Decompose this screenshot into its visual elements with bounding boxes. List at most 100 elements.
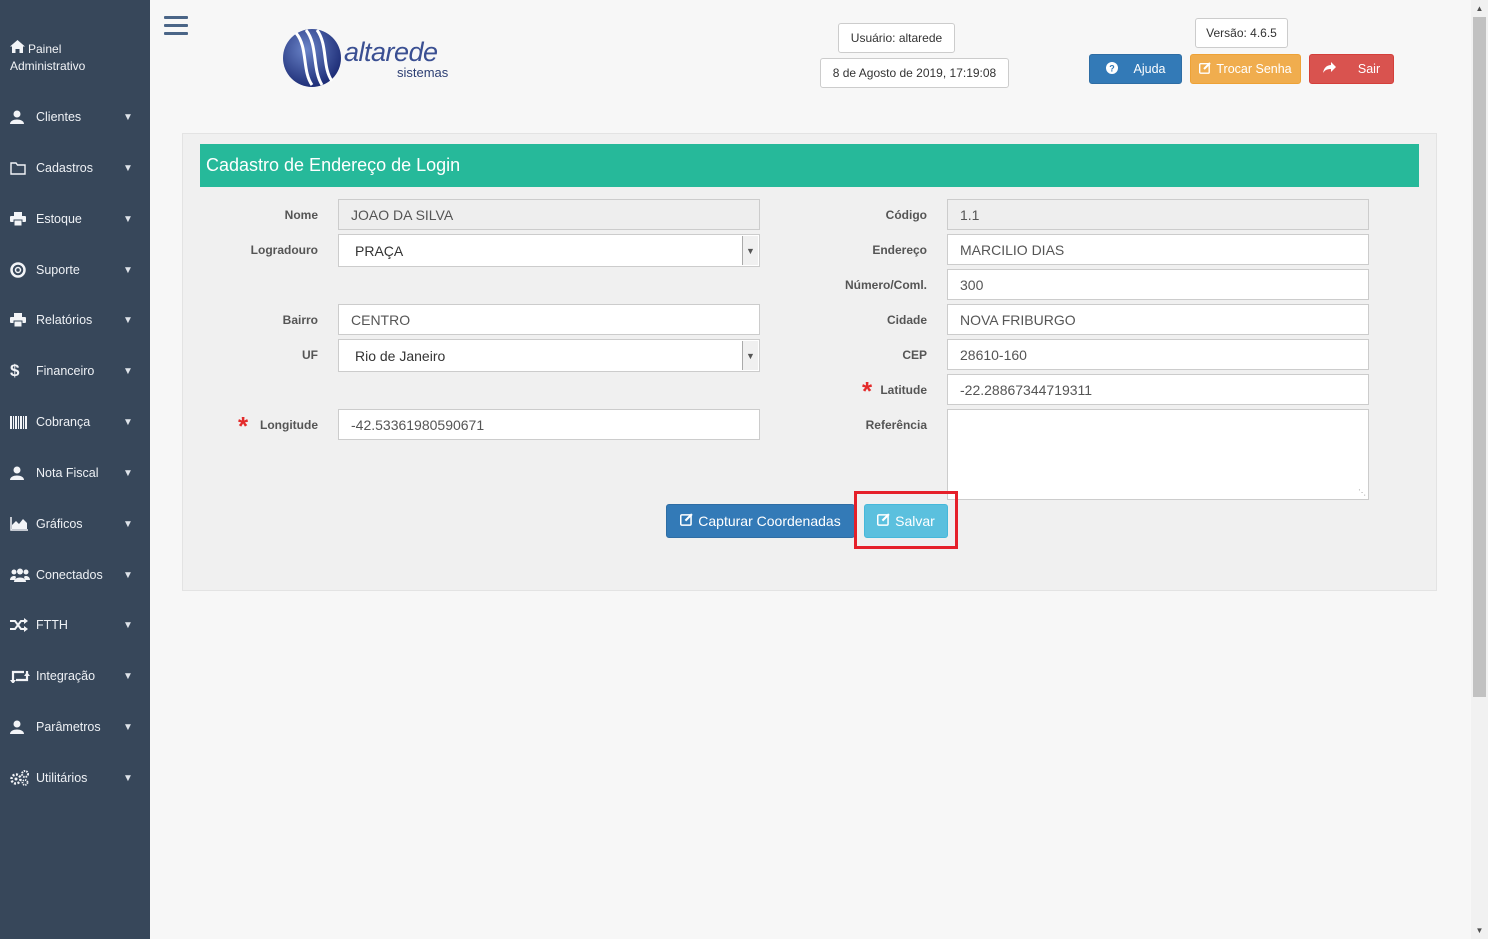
sidebar-item-label: Suporte — [36, 263, 80, 277]
change-password-button[interactable]: Trocar Senha — [1190, 54, 1301, 84]
barcode-icon — [10, 415, 36, 429]
cidade-input[interactable]: NOVA FRIBURGO — [947, 304, 1369, 335]
required-asterisk-icon: * — [862, 376, 873, 406]
bairro-input[interactable]: CENTRO — [338, 304, 760, 335]
endereco-input[interactable]: MARCILIO DIAS — [947, 234, 1369, 265]
logradouro-select[interactable]: PRAÇA ▼ — [338, 234, 760, 267]
scrollbar-thumb[interactable] — [1473, 17, 1486, 697]
change-password-label: Trocar Senha — [1216, 62, 1292, 76]
cogs-icon — [10, 770, 36, 786]
user-icon — [10, 466, 36, 480]
edit-icon — [1199, 61, 1212, 77]
sidebar-item-graficos[interactable]: Gráficos ▼ — [0, 509, 150, 539]
form-title: Cadastro de Endereço de Login — [200, 144, 1419, 187]
retweet-icon — [10, 669, 36, 683]
cep-input[interactable]: 28610-160 — [947, 339, 1369, 370]
current-user-label: Usuário: altarede — [838, 23, 955, 53]
area-chart-icon — [10, 517, 36, 531]
sidebar-item-label: Estoque — [36, 212, 82, 226]
sidebar-item-parametros[interactable]: Parâmetros ▼ — [0, 712, 150, 742]
scroll-up-icon[interactable]: ▲ — [1471, 0, 1488, 17]
save-button-label: Salvar — [895, 513, 935, 529]
longitude-input[interactable]: -42.53361980590671 — [338, 409, 760, 440]
sidebar-item-label: Nota Fiscal — [36, 466, 99, 480]
uf-selected: Rio de Janeiro — [355, 347, 446, 364]
company-logo: altarede sistemas — [282, 27, 472, 89]
sidebar-item-label: Utilitários — [36, 771, 88, 785]
dollar-icon: $ — [10, 361, 20, 380]
chevron-down-icon: ▼ — [123, 569, 133, 581]
chevron-down-icon: ▼ — [123, 111, 133, 123]
edit-icon — [680, 513, 693, 529]
logout-button[interactable]: Sair — [1309, 54, 1394, 84]
sidebar-item-conectados[interactable]: Conectados ▼ — [0, 560, 150, 590]
codigo-label: Código — [885, 208, 927, 222]
logout-label: Sair — [1357, 62, 1381, 76]
scroll-down-icon[interactable]: ▼ — [1471, 922, 1488, 939]
sidebar-item-suporte[interactable]: Suporte ▼ — [0, 255, 150, 285]
codigo-input[interactable]: 1.1 — [947, 199, 1369, 230]
menu-bar-icon — [164, 16, 188, 19]
menu-bar-icon — [164, 24, 188, 27]
vertical-scrollbar[interactable]: ▲ ▼ — [1471, 0, 1488, 939]
share-arrow-icon — [1322, 62, 1336, 76]
version-label: Versão: 4.6.5 — [1195, 18, 1288, 48]
latitude-label: Latitude — [880, 383, 927, 397]
sidebar-item-clientes[interactable]: Clientes ▼ — [0, 102, 150, 132]
numero-label: Número/Coml. — [844, 278, 927, 292]
user-icon — [10, 110, 36, 124]
sidebar-brand[interactable]: Painel Administrativo — [10, 40, 145, 75]
chevron-down-icon: ▼ — [123, 467, 133, 479]
sidebar-item-cadastros[interactable]: Cadastros ▼ — [0, 153, 150, 183]
longitude-label: Longitude — [260, 418, 318, 432]
referencia-label: Referência — [865, 418, 927, 432]
save-button[interactable]: Salvar — [864, 504, 948, 538]
referencia-textarea[interactable]: ⋱ — [947, 409, 1369, 500]
sidebar-item-integracao[interactable]: Integração ▼ — [0, 661, 150, 691]
chevron-down-icon: ▼ — [123, 670, 133, 682]
home-icon — [10, 40, 28, 58]
chevron-down-icon: ▼ — [742, 341, 758, 370]
endereco-label: Endereço — [872, 243, 927, 257]
sidebar-item-label: Relatórios — [36, 313, 93, 327]
logo-subtext: sistemas — [397, 65, 449, 80]
help-button[interactable]: ? Ajuda — [1089, 54, 1182, 84]
uf-select[interactable]: Rio de Janeiro ▼ — [338, 339, 760, 372]
resize-handle-icon[interactable]: ⋱ — [1358, 488, 1366, 497]
sidebar-item-label: Gráficos — [36, 517, 83, 531]
chevron-down-icon: ▼ — [123, 619, 133, 631]
chevron-down-icon: ▼ — [123, 264, 133, 276]
numero-input[interactable]: 300 — [947, 269, 1369, 300]
capture-coordinates-button[interactable]: Capturar Coordenadas — [666, 504, 855, 538]
chevron-down-icon: ▼ — [123, 518, 133, 530]
current-datetime-label: 8 de Agosto de 2019, 17:19:08 — [820, 58, 1009, 88]
chevron-down-icon: ▼ — [742, 236, 758, 265]
edit-icon — [877, 513, 890, 529]
required-asterisk-icon: * — [238, 411, 249, 441]
users-icon — [10, 568, 36, 582]
user-icon — [10, 720, 36, 734]
logradouro-label: Logradouro — [250, 243, 318, 257]
chevron-down-icon: ▼ — [123, 772, 133, 784]
latitude-input[interactable]: -22.28867344719311 — [947, 374, 1369, 405]
nome-label: Nome — [284, 208, 318, 222]
sidebar-item-financeiro[interactable]: $ Financeiro ▼ — [0, 356, 150, 386]
sidebar: Painel Administrativo Clientes ▼ Cadastr… — [0, 0, 150, 939]
sidebar-item-utilitarios[interactable]: Utilitários ▼ — [0, 763, 150, 793]
sidebar-item-label: Parâmetros — [36, 720, 101, 734]
nome-input[interactable]: JOAO DA SILVA — [338, 199, 760, 230]
sidebar-item-relatorios[interactable]: Relatórios ▼ — [0, 305, 150, 335]
sidebar-item-cobranca[interactable]: Cobrança ▼ — [0, 407, 150, 437]
cep-label: CEP — [902, 348, 927, 362]
sidebar-item-estoque[interactable]: Estoque ▼ — [0, 204, 150, 234]
capture-coordinates-label: Capturar Coordenadas — [698, 513, 841, 529]
sidebar-item-nota-fiscal[interactable]: Nota Fiscal ▼ — [0, 458, 150, 488]
chevron-down-icon: ▼ — [123, 365, 133, 377]
sidebar-item-label: Clientes — [36, 110, 82, 124]
menu-bar-icon — [164, 32, 188, 35]
logradouro-selected: PRAÇA — [355, 242, 404, 259]
sidebar-item-ftth[interactable]: FTTH ▼ — [0, 610, 150, 640]
logo-text: altarede — [344, 37, 438, 67]
menu-toggle-button[interactable] — [164, 16, 188, 38]
cidade-label: Cidade — [886, 313, 927, 327]
